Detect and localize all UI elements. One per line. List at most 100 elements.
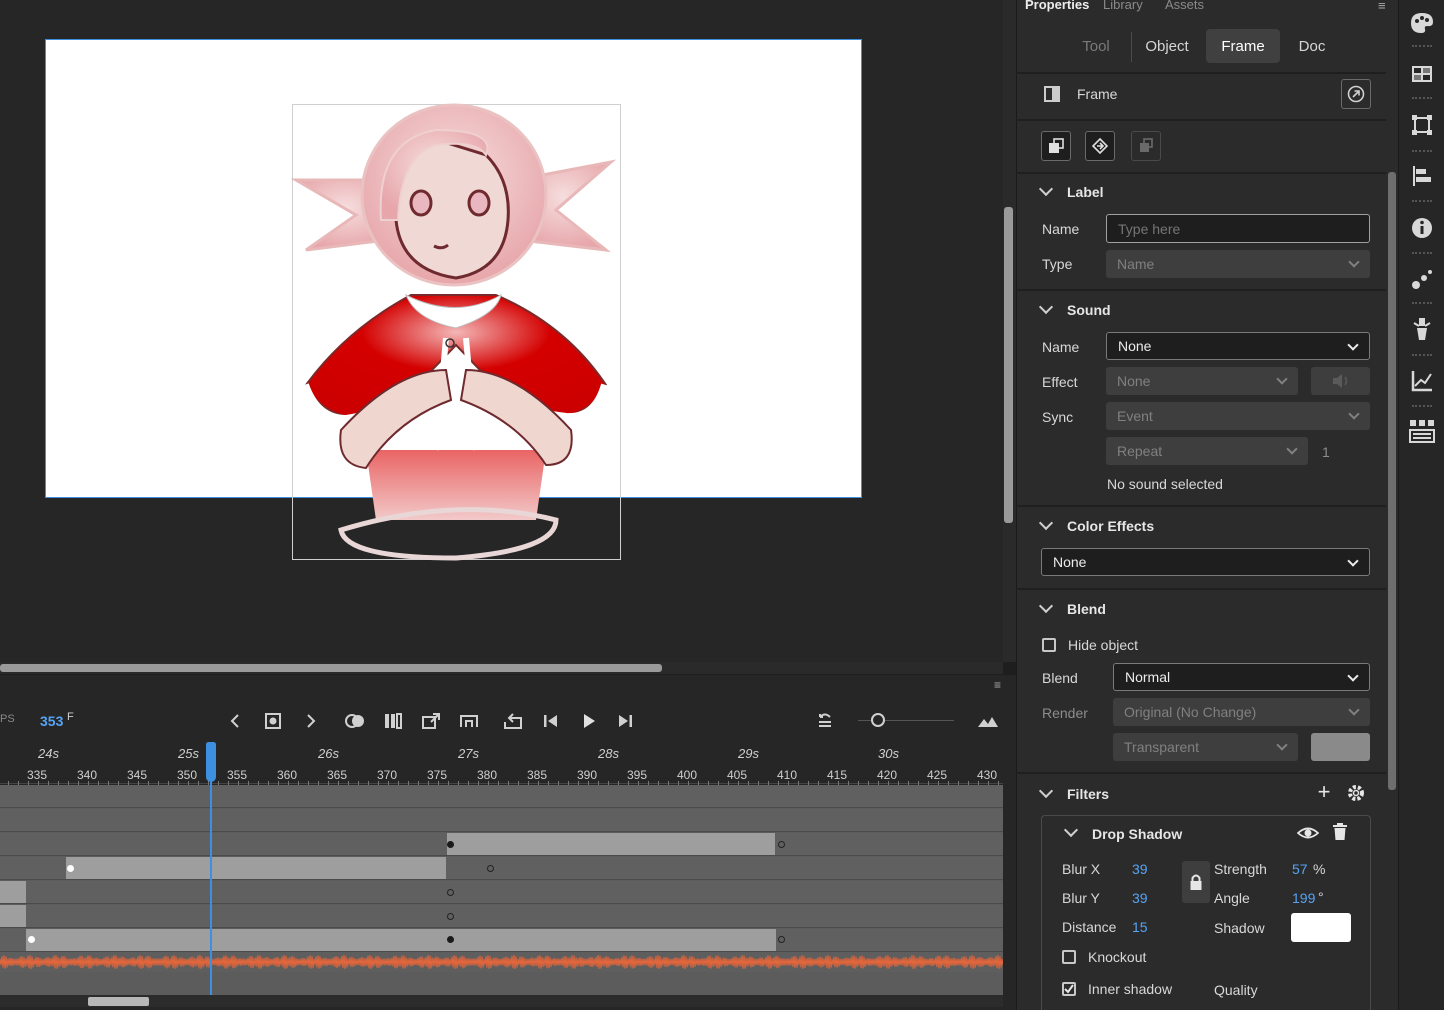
convert-to-keyframe-icon[interactable]: [1041, 131, 1071, 161]
blur-y-value[interactable]: 39: [1132, 890, 1148, 906]
mode-doc[interactable]: Doc: [1284, 29, 1340, 63]
filter-settings-gear-icon[interactable]: [1346, 783, 1366, 806]
section-blend-title[interactable]: Blend: [1067, 601, 1106, 617]
stage-vertical-scroll-thumb[interactable]: [1004, 207, 1013, 523]
timeline-scroll-thumb[interactable]: [88, 997, 149, 1006]
strip-grip: [1412, 97, 1432, 99]
inner-shadow-checkbox[interactable]: [1062, 982, 1076, 996]
knockout-checkbox[interactable]: [1062, 950, 1076, 964]
sound-repeat-count[interactable]: 1: [1322, 444, 1330, 460]
properties-scroll-thumb[interactable]: [1388, 172, 1396, 790]
checkmark-icon: [1064, 984, 1074, 994]
color-effect-dropdown[interactable]: None: [1041, 548, 1370, 576]
break-apart-icon[interactable]: [1131, 131, 1161, 161]
keyframe[interactable]: [447, 841, 454, 848]
tab-properties[interactable]: Properties: [1025, 0, 1089, 12]
section-color-effects-title[interactable]: Color Effects: [1067, 518, 1154, 534]
edit-sound-button[interactable]: [1311, 367, 1370, 395]
drop-shadow-title[interactable]: Drop Shadow: [1092, 826, 1182, 842]
timeline-ruler[interactable]: [0, 742, 1003, 784]
sound-repeat-dropdown[interactable]: Repeat: [1106, 437, 1308, 465]
mode-frame[interactable]: Frame: [1206, 29, 1280, 63]
info-icon[interactable]: [1409, 215, 1435, 241]
delete-filter-trash-icon[interactable]: [1332, 823, 1348, 844]
shadow-color-swatch[interactable]: [1291, 913, 1351, 942]
loop-playback-icon[interactable]: [500, 709, 526, 733]
render-background-color-swatch[interactable]: [1311, 733, 1370, 761]
open-panel-icon[interactable]: [1341, 79, 1371, 109]
distance-value[interactable]: 15: [1132, 919, 1148, 935]
tab-library[interactable]: Library: [1103, 0, 1143, 12]
graph-icon[interactable]: [1409, 368, 1435, 394]
layer-track[interactable]: [0, 809, 1003, 832]
render-background-dropdown[interactable]: Transparent: [1113, 733, 1298, 761]
center-playhead-icon[interactable]: [812, 709, 838, 733]
mode-object[interactable]: Object: [1136, 29, 1198, 63]
keyframe[interactable]: [447, 913, 454, 920]
keyframe[interactable]: [28, 936, 35, 943]
swap-symbol-icon[interactable]: [1085, 131, 1115, 161]
frame-span[interactable]: [0, 905, 26, 927]
add-filter-icon[interactable]: +: [1314, 781, 1334, 803]
layer-track[interactable]: [0, 785, 1003, 808]
playhead-handle[interactable]: [206, 742, 216, 782]
mode-tool[interactable]: Tool: [1064, 29, 1128, 63]
swatches-icon[interactable]: [1409, 61, 1435, 87]
label-name-input[interactable]: [1106, 214, 1370, 243]
step-forward-icon[interactable]: [612, 709, 638, 733]
blend-dropdown[interactable]: Normal: [1113, 663, 1370, 691]
create-tween-icon[interactable]: [418, 709, 444, 733]
step-back-icon[interactable]: [538, 709, 564, 733]
panel-menu-icon[interactable]: ≡: [1378, 0, 1386, 13]
blur-lock-icon[interactable]: [1182, 861, 1210, 903]
timeline-horizontal-scrollbar[interactable]: [0, 995, 1003, 1007]
label-type-dropdown[interactable]: Name: [1106, 250, 1370, 278]
sound-effect-dropdown[interactable]: None: [1106, 367, 1298, 395]
timeline-menu-icon[interactable]: ≡: [994, 679, 1008, 691]
palette-icon[interactable]: [1409, 10, 1435, 36]
frame-span[interactable]: [26, 929, 776, 951]
keyframe[interactable]: [778, 936, 785, 943]
current-frame-readout[interactable]: 353: [40, 713, 63, 729]
keyframe[interactable]: [447, 936, 454, 943]
edit-multiple-frames-icon[interactable]: [380, 709, 406, 733]
previous-keyframe-icon[interactable]: [222, 709, 248, 733]
layer-track[interactable]: [0, 881, 1003, 904]
blur-x-value[interactable]: 39: [1132, 861, 1148, 877]
transform-icon[interactable]: [1409, 112, 1435, 138]
frame-span[interactable]: [0, 881, 26, 903]
stage-horizontal-scroll-thumb[interactable]: [0, 664, 662, 672]
motion-presets-icon[interactable]: [1409, 266, 1435, 292]
frame-span[interactable]: [447, 833, 775, 855]
timeline-zoom-handle[interactable]: [871, 713, 885, 727]
insert-keyframe-icon[interactable]: [260, 709, 286, 733]
play-icon[interactable]: [576, 709, 602, 733]
section-sound-title[interactable]: Sound: [1067, 302, 1111, 318]
frame-span[interactable]: [66, 857, 446, 879]
align-icon[interactable]: [1409, 163, 1435, 189]
angle-value[interactable]: 199: [1292, 890, 1315, 906]
character-artwork[interactable]: [286, 100, 626, 565]
keyframe[interactable]: [447, 889, 454, 896]
tab-assets[interactable]: Assets: [1165, 0, 1204, 12]
playhead-line[interactable]: [210, 768, 212, 996]
eye-visibility-icon[interactable]: [1296, 824, 1320, 845]
strength-value[interactable]: 57: [1292, 861, 1308, 877]
render-dropdown[interactable]: Original (No Change): [1113, 698, 1370, 726]
sound-sync-dropdown[interactable]: Event: [1106, 402, 1370, 430]
next-keyframe-icon[interactable]: [298, 709, 324, 733]
brush-library-icon[interactable]: [1409, 316, 1435, 342]
render-background-value: Transparent: [1124, 739, 1199, 755]
insert-blank-keyframe-icon[interactable]: [456, 709, 482, 733]
keyframe[interactable]: [778, 841, 785, 848]
layer-track[interactable]: [0, 905, 1003, 928]
onion-skin-icon[interactable]: [342, 709, 368, 733]
keyframe[interactable]: [67, 865, 74, 872]
section-label-title[interactable]: Label: [1067, 184, 1104, 200]
keyframe[interactable]: [487, 865, 494, 872]
hide-object-checkbox[interactable]: [1042, 638, 1056, 652]
components-icon[interactable]: [1409, 418, 1435, 444]
fit-to-view-icon[interactable]: [975, 709, 1001, 733]
sound-name-dropdown[interactable]: None: [1106, 332, 1370, 360]
section-filters-title[interactable]: Filters: [1067, 786, 1109, 802]
